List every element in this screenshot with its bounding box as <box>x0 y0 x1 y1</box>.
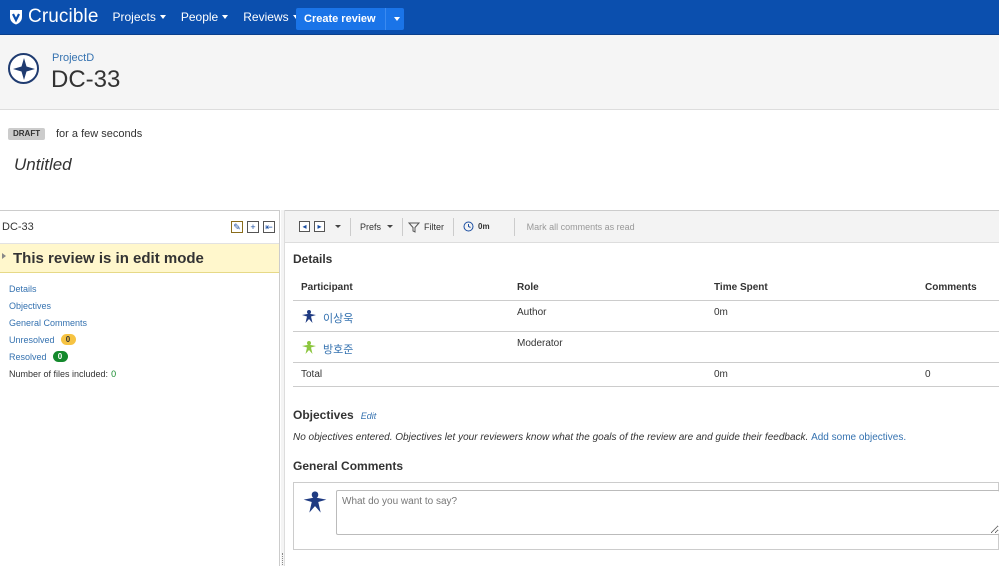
toolbar-separator <box>350 217 351 236</box>
review-title[interactable]: Untitled <box>14 155 72 175</box>
page-header: ProjectD DC-33 <box>0 35 999 110</box>
left-nav: Details Objectives General Comments Unre… <box>0 273 279 382</box>
nav-people[interactable]: People <box>180 10 229 24</box>
next-icon[interactable]: ▸ <box>314 221 325 232</box>
project-link[interactable]: ProjectD <box>52 52 94 64</box>
left-panel: DC-33 ✎ + ⇤ This review is in edit mode … <box>0 210 280 566</box>
left-panel-key: DC-33 <box>2 221 34 233</box>
total-comments: 0 <box>917 362 999 387</box>
chevron-down-icon <box>387 225 394 228</box>
participant-time: 0m <box>706 300 917 332</box>
app-logo[interactable]: Crucible <box>9 0 99 35</box>
compass-star-icon <box>12 57 35 80</box>
objectives-text: No objectives entered. Objectives let yo… <box>293 432 906 443</box>
participant-link[interactable]: 방호준 <box>323 341 353 357</box>
participant-comments <box>917 300 999 332</box>
status-time: for a few seconds <box>56 128 143 140</box>
filter-label: Filter <box>424 221 445 232</box>
create-review-button-group: Create review <box>296 8 404 30</box>
toolbar-separator <box>453 217 455 236</box>
expand-icon[interactable]: + <box>247 221 259 233</box>
left-link-unresolved[interactable]: Unresolved <box>9 335 55 345</box>
chevron-down-icon <box>159 15 166 19</box>
splitter-grip[interactable] <box>282 553 283 565</box>
time-spent-label: 0m <box>478 222 490 231</box>
chevron-down-icon <box>222 15 229 19</box>
edit-objectives-link[interactable]: Edit <box>361 411 377 421</box>
previous-icon[interactable]: ◂ <box>299 221 310 232</box>
left-link-objectives[interactable]: Objectives <box>9 301 51 311</box>
collapse-panel-icon[interactable]: ⇤ <box>263 221 275 233</box>
nav-projects-label: Projects <box>112 10 156 24</box>
caret-right-icon <box>2 252 6 259</box>
edit-mode-banner: This review is in edit mode <box>0 244 279 273</box>
column-header-role: Role <box>509 276 706 301</box>
main-content: ◂ ▸ Prefs Filter 0m Mark all comments as… <box>285 210 999 566</box>
chevron-down-icon[interactable] <box>335 225 341 228</box>
nav-projects[interactable]: Projects <box>113 10 166 24</box>
prefs-button[interactable]: Prefs <box>360 221 394 232</box>
total-time: 0m <box>706 362 917 387</box>
create-review-button[interactable]: Create review <box>296 8 386 30</box>
files-count-label: Number of files included: <box>9 368 109 379</box>
general-comments-heading: General Comments <box>293 459 404 473</box>
mark-all-read-button[interactable]: Mark all comments as read <box>527 222 635 232</box>
participants-table: Participant Role Time Spent Comments 이상욱… <box>293 276 999 387</box>
left-link-general-comments[interactable]: General Comments <box>9 318 87 328</box>
crucible-logo-icon <box>10 10 22 25</box>
participant-link[interactable]: 이상욱 <box>323 310 353 326</box>
details-heading: Details <box>293 252 333 266</box>
objectives-title: Objectives <box>293 408 354 422</box>
left-link-resolved[interactable]: Resolved <box>9 352 47 362</box>
participant-time <box>706 331 917 363</box>
nav-reviews-label: Reviews <box>243 10 289 24</box>
status-badge: DRAFT <box>8 128 46 140</box>
column-header-participant: Participant <box>293 276 509 301</box>
files-count-value: 0 <box>111 368 117 379</box>
resolved-count-badge: 0 <box>52 351 68 362</box>
user-avatar-icon <box>302 309 316 323</box>
left-panel-header: DC-33 ✎ + ⇤ <box>0 211 279 244</box>
unresolved-count-badge: 0 <box>60 334 76 345</box>
participant-role: Author <box>509 300 706 332</box>
table-row: 방호준 Moderator <box>293 331 999 363</box>
participant-comments <box>917 331 999 363</box>
filter-icon <box>408 222 421 233</box>
table-row-total: Total 0m 0 <box>293 362 999 387</box>
top-nav: Crucible Projects People Reviews Create … <box>0 0 999 35</box>
objectives-heading: Objectives Edit <box>293 408 376 422</box>
comment-composer <box>293 482 999 550</box>
table-row: 이상욱 Author 0m <box>293 300 999 332</box>
create-review-dropdown[interactable] <box>386 8 404 30</box>
review-toolbar: ◂ ▸ Prefs Filter 0m Mark all comments as… <box>285 210 999 243</box>
column-header-comments: Comments <box>917 276 999 301</box>
column-header-time-spent: Time Spent <box>706 276 917 301</box>
clock-icon <box>463 221 474 232</box>
page-title: DC-33 <box>51 66 121 93</box>
user-avatar-icon <box>302 340 316 354</box>
comment-input[interactable] <box>336 490 999 535</box>
app-name: Crucible <box>28 6 99 27</box>
prefs-label: Prefs <box>360 221 382 232</box>
nav-people-label: People <box>180 10 219 24</box>
chevron-down-icon <box>393 17 400 21</box>
toolbar-separator <box>513 217 515 236</box>
total-label: Total <box>293 362 509 387</box>
objectives-empty-message: No objectives entered. Objectives let yo… <box>293 432 809 443</box>
project-avatar[interactable] <box>8 53 39 84</box>
left-link-details[interactable]: Details <box>9 284 37 294</box>
add-objectives-link[interactable]: Add some objectives. <box>811 432 906 443</box>
edit-mode-message: This review is in edit mode <box>13 249 204 267</box>
filter-button[interactable]: Filter <box>408 221 444 233</box>
nav-reviews[interactable]: Reviews <box>243 10 299 24</box>
edit-icon[interactable]: ✎ <box>231 221 243 233</box>
time-spent-button[interactable]: 0m <box>463 221 490 232</box>
toolbar-separator <box>402 217 404 236</box>
user-avatar-icon <box>303 491 327 513</box>
participant-role: Moderator <box>509 331 706 363</box>
